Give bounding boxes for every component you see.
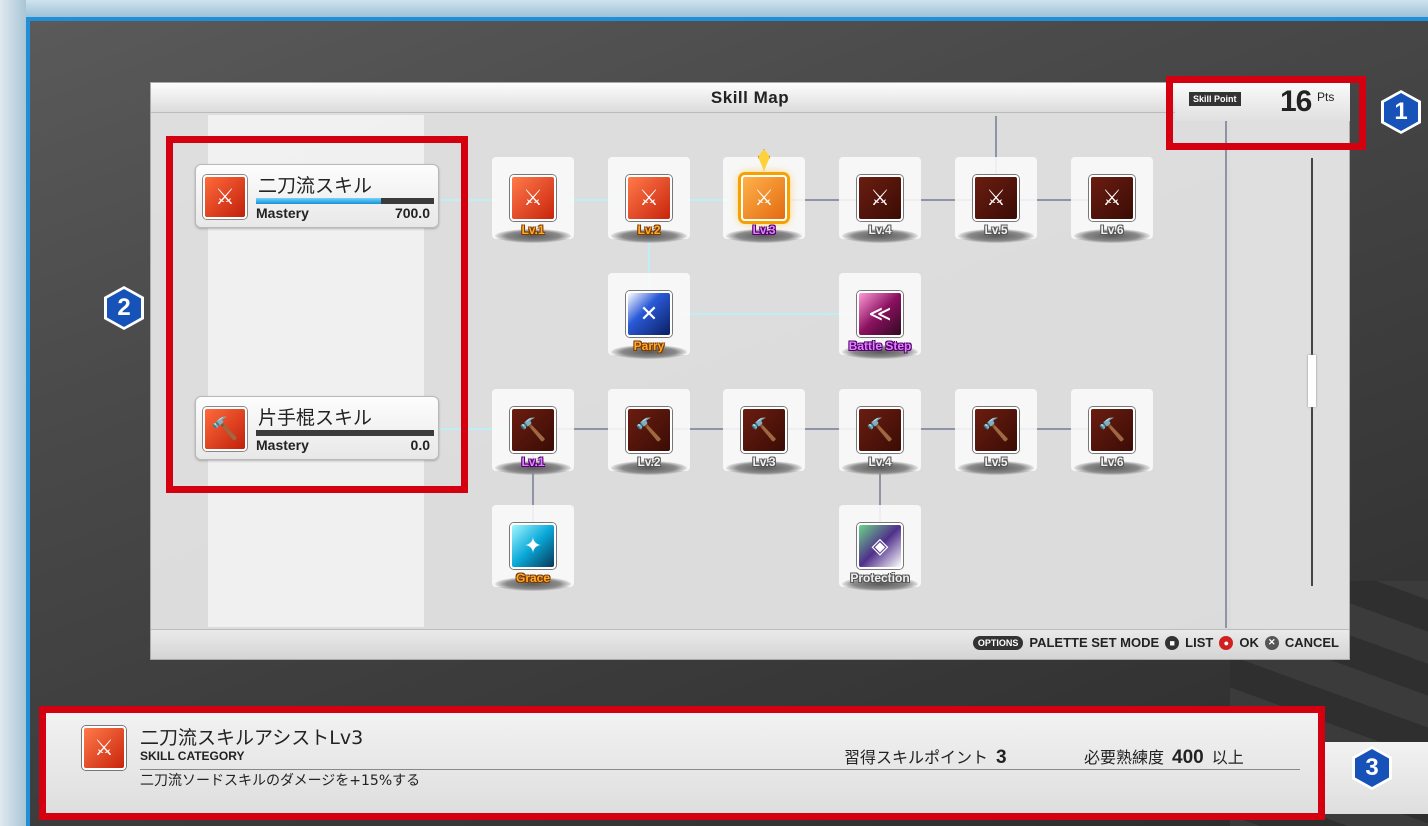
connector-line — [1225, 118, 1227, 628]
node-label: Lv.5 — [984, 223, 1008, 237]
node-label: Grace — [515, 571, 551, 585]
node-label: Lv.2 — [637, 455, 661, 469]
right-column — [1231, 115, 1349, 629]
frame-border-top — [26, 17, 1428, 21]
mace-icon: 🔨 — [741, 407, 787, 453]
highlight-box-skill-points — [1166, 76, 1366, 150]
highlight-box-info — [39, 706, 1325, 820]
node-label: Lv.1 — [521, 455, 545, 469]
node-label: Lv.6 — [1100, 223, 1124, 237]
node-label: Parry — [633, 339, 665, 353]
battle-step-icon: ≪ — [857, 291, 903, 337]
ok-label[interactable]: OK — [1239, 635, 1259, 650]
scrollbar-thumb[interactable] — [1308, 355, 1316, 407]
skill-node-dual-lv4[interactable]: ⚔ Lv.4 — [838, 157, 922, 247]
skill-node-mace-lv4[interactable]: 🔨 Lv.4 — [838, 389, 922, 479]
crossed-swords-icon: ⚔ — [973, 175, 1019, 221]
connector-line — [780, 199, 1112, 201]
frame-border-left — [26, 17, 30, 826]
crossed-swords-icon: ⚔ — [510, 175, 556, 221]
control-hints: OPTIONS PALETTE SET MODE ■ LIST ● OK ✕ C… — [972, 635, 1339, 650]
cross-button-icon[interactable]: ✕ — [1264, 635, 1279, 650]
protection-icon: ◈ — [857, 523, 903, 569]
node-label: Lv.5 — [984, 455, 1008, 469]
crossed-swords-icon: ⚔ — [1089, 175, 1135, 221]
mace-icon: 🔨 — [510, 407, 556, 453]
skill-node-battle-step[interactable]: ≪ Battle Step — [838, 273, 922, 363]
mace-icon: 🔨 — [973, 407, 1019, 453]
skill-node-dual-lv2[interactable]: ⚔ Lv.2 — [607, 157, 691, 247]
list-label[interactable]: LIST — [1185, 635, 1213, 650]
crossed-swords-icon: ⚔ — [857, 175, 903, 221]
skill-node-dual-lv6[interactable]: ⚔ Lv.6 — [1070, 157, 1154, 247]
options-button-icon[interactable]: OPTIONS — [972, 635, 1024, 650]
skill-node-mace-lv5[interactable]: 🔨 Lv.5 — [954, 389, 1038, 479]
skill-node-mace-lv6[interactable]: 🔨 Lv.6 — [1070, 389, 1154, 479]
mace-icon: 🔨 — [857, 407, 903, 453]
grace-icon: ✦ — [510, 523, 556, 569]
node-label: Lv.4 — [868, 455, 892, 469]
skill-node-dual-lv1[interactable]: ⚔ Lv.1 — [491, 157, 575, 247]
panel-footer: OPTIONS PALETTE SET MODE ■ LIST ● OK ✕ C… — [151, 629, 1349, 659]
node-label: Protection — [850, 571, 910, 585]
circle-button-icon[interactable]: ● — [1219, 635, 1234, 650]
skill-node-parry[interactable]: ✕ Parry — [607, 273, 691, 363]
crossed-swords-icon: ⚔ — [741, 175, 787, 221]
skill-node-protection[interactable]: ◈ Protection — [838, 505, 922, 595]
connector-line-active — [438, 199, 740, 201]
skill-node-mace-lv1[interactable]: 🔨 Lv.1 — [491, 389, 575, 479]
skill-node-grace[interactable]: ✦ Grace — [491, 505, 575, 595]
skill-node-mace-lv2[interactable]: 🔨 Lv.2 — [607, 389, 691, 479]
square-button-icon[interactable]: ■ — [1165, 635, 1180, 650]
node-label: Lv.1 — [521, 223, 545, 237]
skill-node-mace-lv3[interactable]: 🔨 Lv.3 — [722, 389, 806, 479]
node-label: Lv.3 — [752, 455, 776, 469]
cancel-label[interactable]: CANCEL — [1285, 635, 1339, 650]
node-label: Lv.6 — [1100, 455, 1124, 469]
node-label: Lv.3 — [752, 223, 776, 237]
mace-icon: 🔨 — [626, 407, 672, 453]
skill-node-dual-lv5[interactable]: ⚔ Lv.5 — [954, 157, 1038, 247]
node-label: Lv.4 — [868, 223, 892, 237]
crossed-swords-icon: ⚔ — [626, 175, 672, 221]
ice-frame-left — [0, 0, 26, 826]
mace-icon: 🔨 — [1089, 407, 1135, 453]
palette-set-mode-label[interactable]: PALETTE SET MODE — [1029, 635, 1159, 650]
highlight-box-categories — [166, 136, 468, 493]
node-label: Lv.2 — [637, 223, 661, 237]
node-label: Battle Step — [848, 339, 912, 353]
parry-icon: ✕ — [626, 291, 672, 337]
